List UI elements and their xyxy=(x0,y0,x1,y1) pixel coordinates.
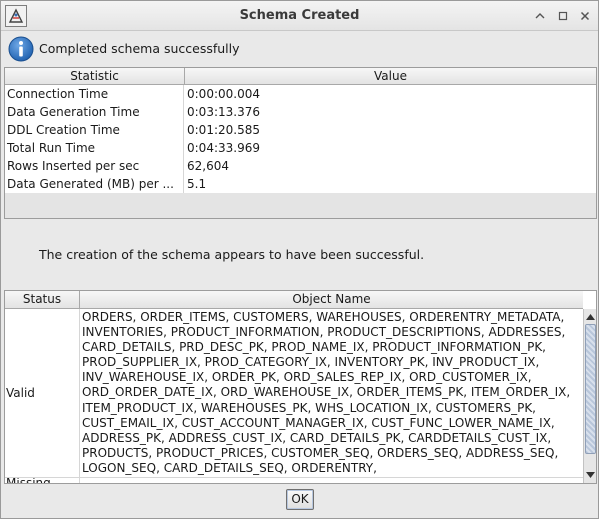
minimize-button[interactable] xyxy=(532,8,548,24)
table-row[interactable]: DDL Creation Time 0:01:20.585 xyxy=(5,121,596,139)
value-cell: 0:04:33.969 xyxy=(187,141,260,155)
statistic-cell: Total Run Time xyxy=(5,139,184,157)
status-cell[interactable]: Valid xyxy=(6,386,35,400)
statistic-cell: Rows Inserted per sec xyxy=(5,157,184,175)
window-title: Schema Created xyxy=(239,8,360,23)
status-column: Valid Missing xyxy=(5,309,80,483)
scroll-thumb[interactable] xyxy=(585,324,596,454)
scroll-up-button[interactable] xyxy=(584,310,596,323)
info-message: Completed schema successfully xyxy=(39,41,240,56)
value-cell: 5.1 xyxy=(187,177,207,191)
objects-table-header: Status Object Name xyxy=(5,291,583,309)
statistics-table: Statistic Value Connection Time 0:00:00.… xyxy=(4,67,597,219)
close-button[interactable] xyxy=(577,8,593,24)
objects-table: Status Object Name Valid Missing ORDERS,… xyxy=(4,290,597,484)
value-cell: 0:00:00.004 xyxy=(187,87,260,101)
column-header-object-name[interactable]: Object Name xyxy=(80,291,583,308)
maximize-button[interactable] xyxy=(555,8,571,24)
statistic-cell: Data Generated (MB) per ... xyxy=(5,175,184,193)
statistic-cell: DDL Creation Time xyxy=(5,121,184,139)
object-name-cell[interactable]: ORDERS, ORDER_ITEMS, CUSTOMERS, WAREHOUS… xyxy=(82,310,580,477)
table-row[interactable]: Rows Inserted per sec 62,604 xyxy=(5,157,596,175)
value-cell: 0:01:20.585 xyxy=(187,123,260,137)
title-bar[interactable]: Schema Created xyxy=(1,1,598,31)
value-cell: 0:03:13.376 xyxy=(187,105,260,119)
close-icon xyxy=(580,11,590,21)
column-header-value[interactable]: Value xyxy=(185,68,596,84)
table-row[interactable]: Data Generated (MB) per ... 5.1 xyxy=(5,175,596,193)
chevron-up-icon xyxy=(535,13,545,19)
statistic-cell: Connection Time xyxy=(5,85,184,103)
maximize-icon xyxy=(558,11,568,21)
row-divider xyxy=(5,477,583,478)
statistic-cell: Data Generation Time xyxy=(5,103,184,121)
ok-button[interactable]: OK xyxy=(286,489,314,510)
info-icon xyxy=(8,36,34,62)
schema-created-dialog: Schema Created Completed schema successf… xyxy=(0,0,599,519)
arrow-down-icon xyxy=(586,471,595,478)
scroll-down-button[interactable] xyxy=(584,468,596,481)
table-row[interactable]: Data Generation Time 0:03:13.376 xyxy=(5,103,596,121)
table-row[interactable]: Total Run Time 0:04:33.969 xyxy=(5,139,596,157)
column-header-status[interactable]: Status xyxy=(5,291,80,308)
statistics-table-header: Statistic Value xyxy=(5,68,596,85)
vertical-scrollbar[interactable] xyxy=(583,309,596,483)
result-message: The creation of the schema appears to ha… xyxy=(39,247,425,262)
arrow-up-icon xyxy=(586,313,595,320)
column-header-statistic[interactable]: Statistic xyxy=(5,68,185,84)
value-cell: 62,604 xyxy=(187,159,229,173)
table-row[interactable]: Connection Time 0:00:00.004 xyxy=(5,85,596,103)
